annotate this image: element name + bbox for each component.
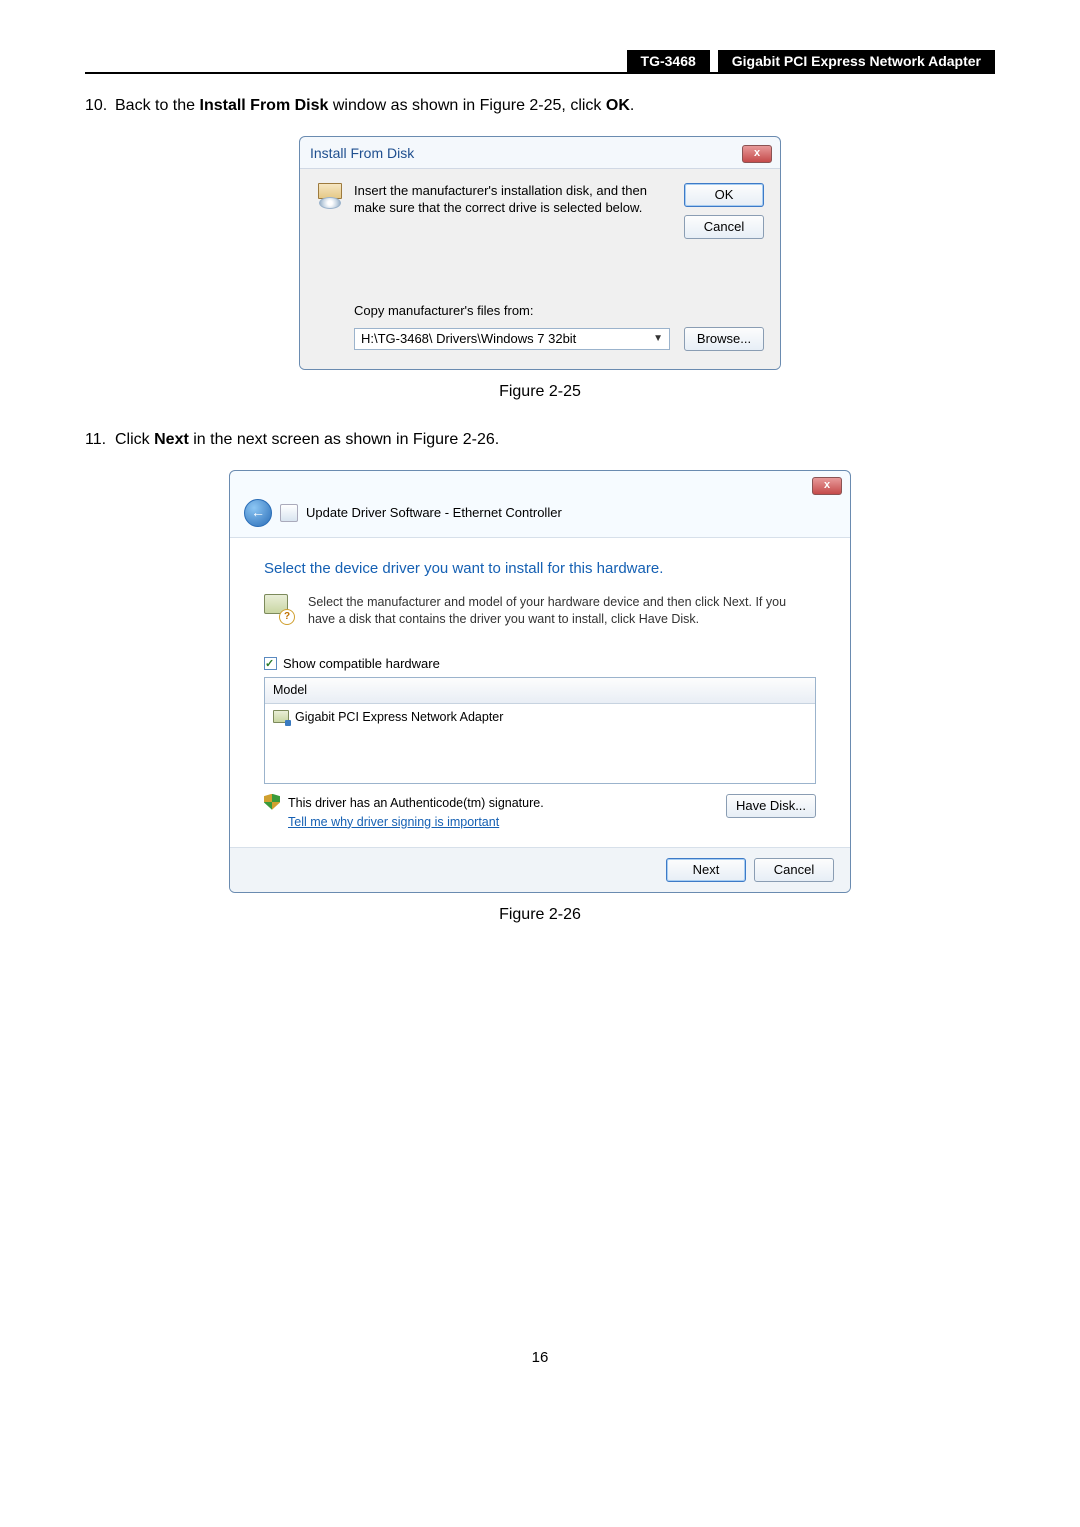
path-value: H:\TG-3468\ Drivers\Windows 7 32bit [361,329,576,349]
cancel-button[interactable]: Cancel [684,215,764,239]
step10-text-b: window as shown in Figure 2-25, click [328,97,605,114]
model-column-header: Model [265,678,815,704]
step-11: 11. Click Next in the next screen as sho… [85,428,995,452]
figure-caption-2: Figure 2-26 [85,903,995,927]
step10-bold2: OK [606,97,630,114]
model-listbox[interactable]: Model Gigabit PCI Express Network Adapte… [264,677,816,784]
back-button[interactable]: ← [244,499,272,527]
back-arrow-icon: ← [251,502,265,523]
show-compatible-label: Show compatible hardware [283,654,440,674]
step-10: 10. Back to the Install From Disk window… [85,94,995,118]
header-model: TG-3468 [627,50,710,72]
disk-icon [316,183,344,211]
copy-from-label: Copy manufacturer's files from: [354,301,764,321]
show-compatible-checkbox[interactable] [264,657,277,670]
header-product: Gigabit PCI Express Network Adapter [718,50,995,72]
path-combobox[interactable]: H:\TG-3468\ Drivers\Windows 7 32bit ▼ [354,328,670,350]
wizard-title: Update Driver Software - Ethernet Contro… [306,503,562,523]
hardware-icon: ? [264,594,294,624]
step11-text-a: Click [115,431,154,448]
chevron-down-icon: ▼ [653,331,663,346]
step10-text-c: . [630,97,634,114]
step11-text-b: in the next screen as shown in Figure 2-… [189,431,499,448]
step-number: 10. [85,94,115,118]
step10-bold1: Install From Disk [200,97,329,114]
model-item-label: Gigabit PCI Express Network Adapter [295,708,503,727]
document-header: TG-3468 Gigabit PCI Express Network Adap… [85,50,995,74]
page-number: 16 [85,1347,995,1370]
have-disk-button[interactable]: Have Disk... [726,794,816,818]
step10-text-a: Back to the [115,97,200,114]
model-list-item[interactable]: Gigabit PCI Express Network Adapter [265,704,815,783]
dialog-title: Install From Disk [310,143,414,164]
next-button[interactable]: Next [666,858,746,882]
wizard-heading: Select the device driver you want to ins… [264,558,816,581]
close-button[interactable]: x [812,477,842,495]
shield-icon [264,794,280,810]
close-button[interactable]: x [742,145,772,163]
update-driver-dialog: x ← Update Driver Software - Ethernet Co… [229,470,851,894]
figure-caption-1: Figure 2-25 [85,380,995,404]
driver-signing-link[interactable]: Tell me why driver signing is important [288,813,544,832]
authenticode-text: This driver has an Authenticode(tm) sign… [288,794,544,813]
device-icon [280,504,298,522]
install-from-disk-dialog: Install From Disk x Insert the manufactu… [299,136,781,370]
step-number: 11. [85,428,115,452]
wizard-instruction: Select the manufacturer and model of you… [308,594,816,628]
network-adapter-icon [273,710,289,724]
browse-button[interactable]: Browse... [684,327,764,351]
cancel-button[interactable]: Cancel [754,858,834,882]
step11-bold1: Next [154,431,189,448]
dialog-message: Insert the manufacturer's installation d… [354,183,668,217]
ok-button[interactable]: OK [684,183,764,207]
